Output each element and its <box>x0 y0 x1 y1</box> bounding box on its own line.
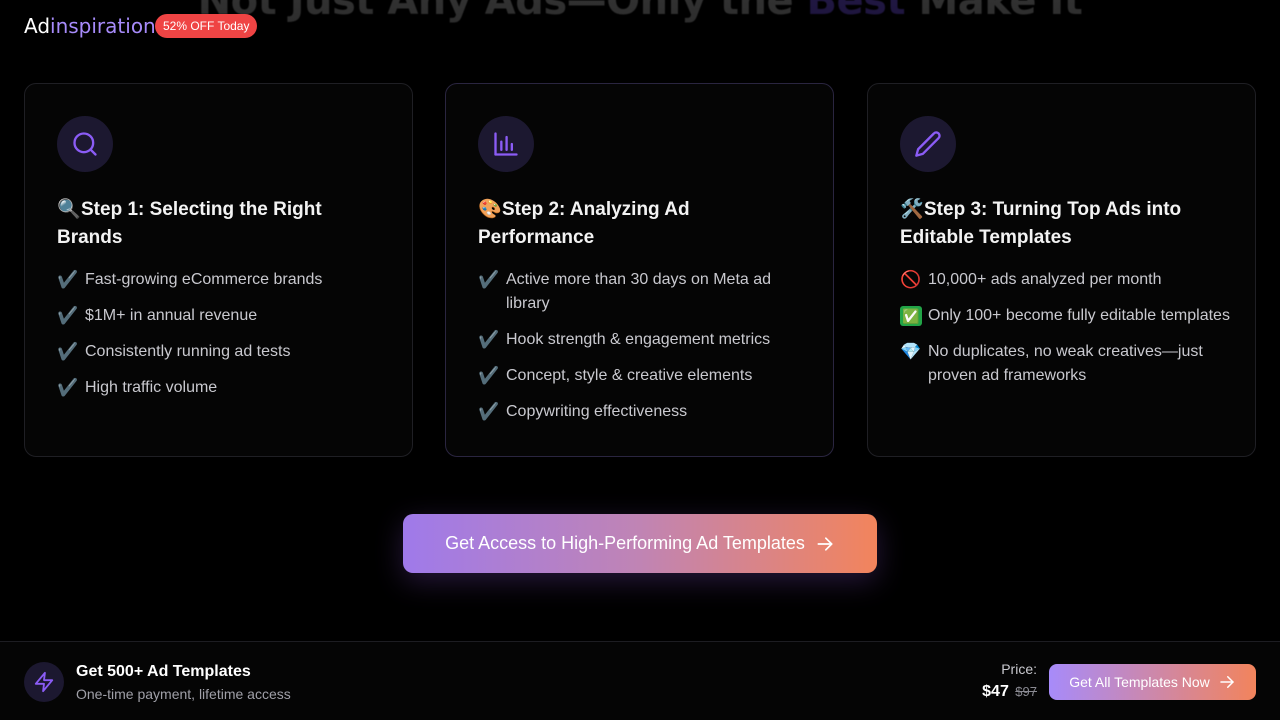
tools-emoji-icon: 🛠️ <box>900 199 924 220</box>
check-icon: ✔️ <box>57 342 79 361</box>
check-icon: ✔️ <box>478 366 500 385</box>
bar-chart-icon <box>494 132 518 156</box>
brand-logo-part2: inspiration <box>50 14 156 38</box>
check-icon: ✔️ <box>57 378 79 397</box>
list-item: ✔️ Concept, style & creative elements <box>478 364 808 388</box>
list-item: ✔️ Active more than 30 days on Meta ad li… <box>478 268 808 316</box>
step-3-title: 🛠️Step 3: Turning Top Ads into Editable … <box>900 196 1220 252</box>
check-icon: ✔️ <box>478 402 500 421</box>
prohibited-icon: 🚫 <box>900 270 922 289</box>
list-item: ✔️ High traffic volume <box>57 376 387 400</box>
step-1-title: 🔍Step 1: Selecting the Right Brands <box>57 196 377 252</box>
check-icon: ✔️ <box>478 270 500 289</box>
get-access-button-label: Get Access to High-Performing Ad Templat… <box>445 533 805 553</box>
get-all-templates-button[interactable]: Get All Templates Now <box>1049 664 1256 700</box>
list-item: ✅ Only 100+ become fully editable templat… <box>900 304 1230 328</box>
search-icon <box>73 132 97 156</box>
list-item: ✔️ $1M+ in annual revenue <box>57 304 387 328</box>
step-2-list: ✔️ Active more than 30 days on Meta ad li… <box>478 268 808 436</box>
step-card-3: 🛠️Step 3: Turning Top Ads into Editable … <box>867 83 1256 457</box>
bolt-icon-circle <box>24 662 64 702</box>
price-original: $97 <box>1015 684 1037 699</box>
price-display: $47 $97 <box>982 683 1037 701</box>
step-card-1: 🔍Step 1: Selecting the Right Brands ✔️ Fa… <box>24 83 413 457</box>
sticky-offer-bar: Get 500+ Ad Templates One-time payment, … <box>0 641 1280 720</box>
list-item: 💎 No duplicates, no weak creatives—just p… <box>900 340 1230 388</box>
palette-emoji-icon: 🎨 <box>478 199 502 220</box>
offer-subtitle: One-time payment, lifetime access <box>76 686 291 702</box>
magnifier-emoji-icon: 🔍 <box>57 199 81 220</box>
price-current: $47 <box>982 683 1009 700</box>
get-all-templates-button-label: Get All Templates Now <box>1069 674 1210 690</box>
step-1-icon-circle <box>57 116 113 172</box>
price-label: Price: <box>1001 661 1037 677</box>
step-1-list: ✔️ Fast-growing eCommerce brands ✔️ $1M+ i… <box>57 268 387 412</box>
brand-logo-part1: Ad <box>24 14 51 38</box>
list-item: 🚫 10,000+ ads analyzed per month <box>900 268 1230 292</box>
step-3-list: 🚫 10,000+ ads analyzed per month ✅ Only 10… <box>900 268 1230 400</box>
list-item: ✔️ Consistently running ad tests <box>57 340 387 364</box>
check-icon: ✔️ <box>57 270 79 289</box>
get-access-button[interactable]: Get Access to High-Performing Ad Templat… <box>403 514 877 573</box>
step-card-2: 🎨Step 2: Analyzing Ad Performance ✔️ Acti… <box>445 83 834 457</box>
brand-logo[interactable]: Adinspiration <box>24 14 156 38</box>
gem-icon: 💎 <box>900 342 922 361</box>
list-item: ✔️ Hook strength & engagement metrics <box>478 328 808 352</box>
arrow-right-icon <box>1218 673 1236 691</box>
discount-badge: 52% OFF Today <box>155 14 258 38</box>
check-icon: ✔️ <box>478 330 500 349</box>
step-3-icon-circle <box>900 116 956 172</box>
check-mark-button-icon: ✅ <box>900 306 922 326</box>
check-icon: ✔️ <box>57 306 79 325</box>
lightning-bolt-icon <box>34 671 54 693</box>
list-item: ✔️ Fast-growing eCommerce brands <box>57 268 387 292</box>
offer-title: Get 500+ Ad Templates <box>76 663 251 680</box>
list-item: ✔️ Copywriting effectiveness <box>478 400 808 424</box>
step-2-icon-circle <box>478 116 534 172</box>
arrow-right-icon <box>815 534 835 554</box>
pencil-icon <box>915 131 941 157</box>
step-2-title: 🎨Step 2: Analyzing Ad Performance <box>478 196 798 252</box>
